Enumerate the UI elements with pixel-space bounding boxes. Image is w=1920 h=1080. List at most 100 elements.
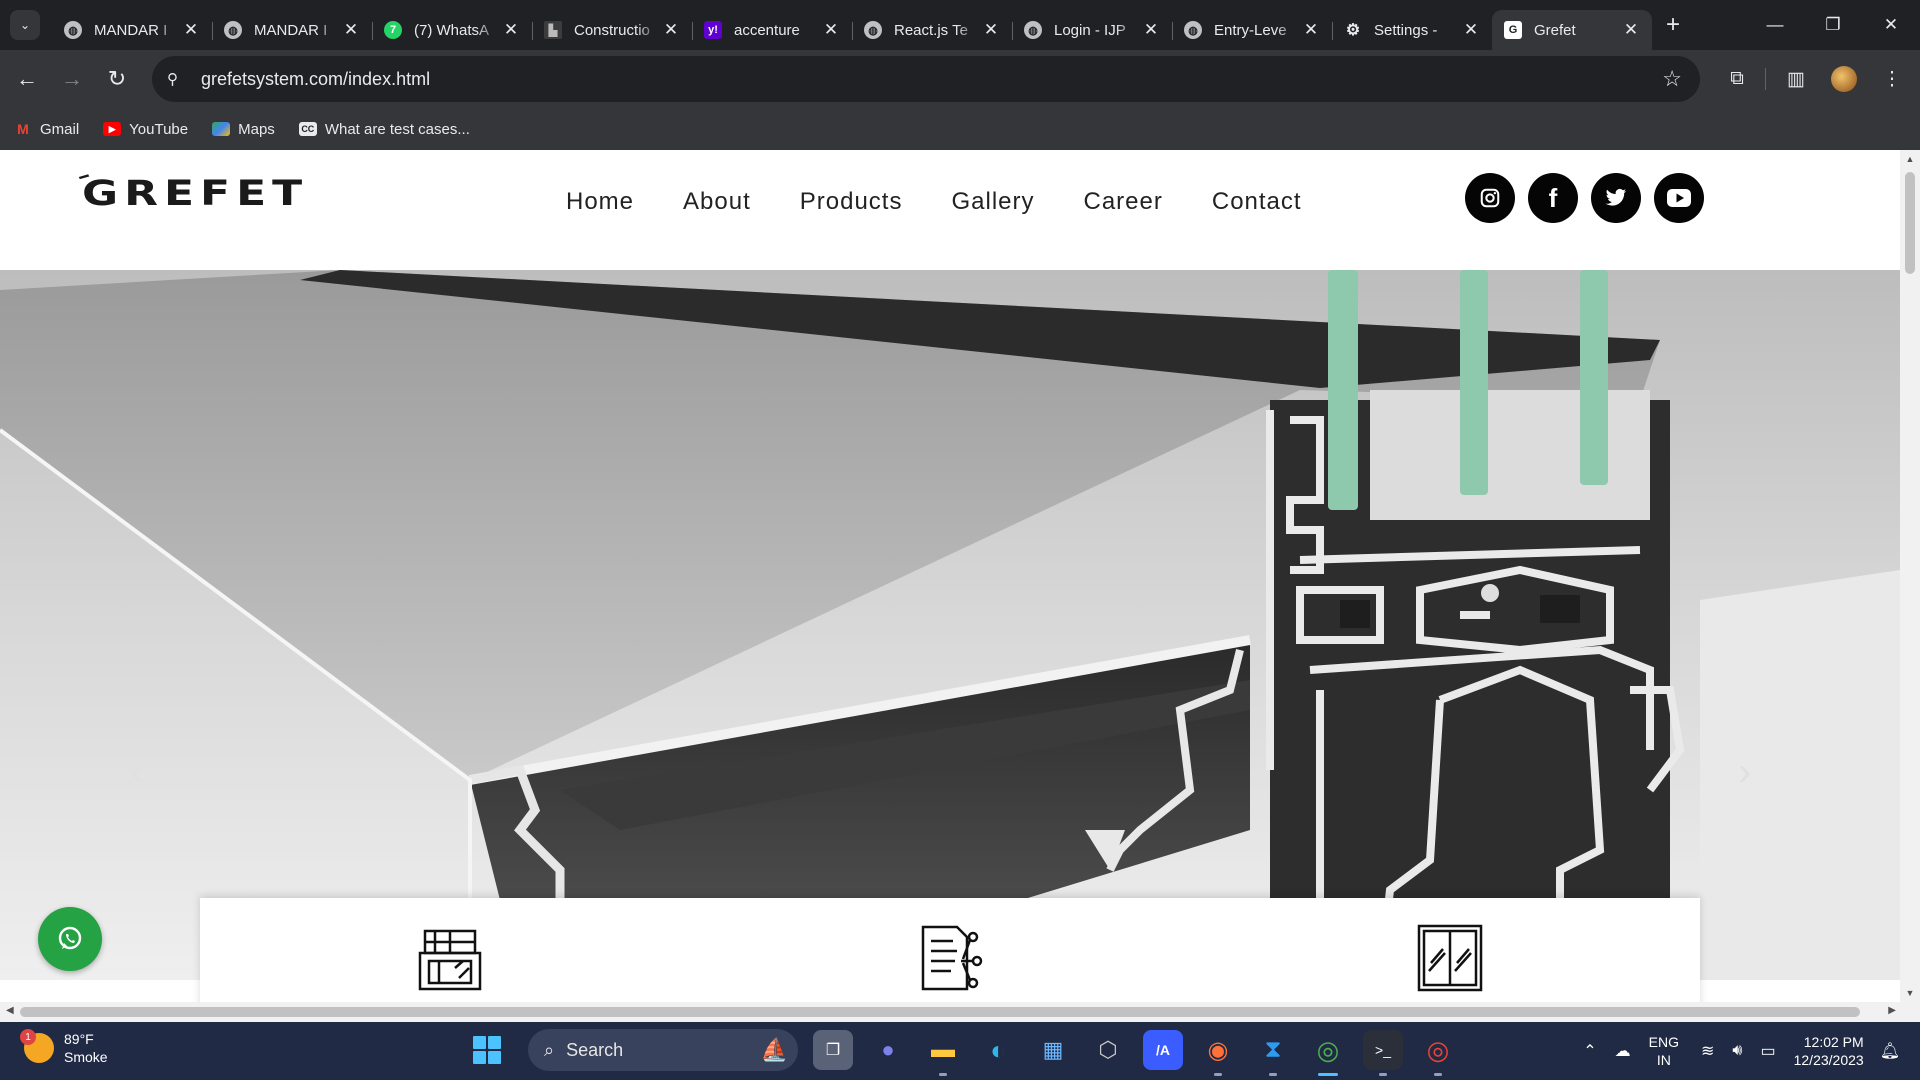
battery-icon[interactable]: ▭ (1760, 1041, 1775, 1061)
reload-icon[interactable]: ↻ (99, 61, 135, 97)
meet-chat-icon[interactable]: ● (868, 1030, 908, 1070)
extensions-icon[interactable]: ⧉ (1719, 61, 1755, 97)
language-indicator[interactable]: ENG IN (1649, 1033, 1679, 1069)
profile-avatar[interactable] (1826, 61, 1862, 97)
scrollbar-thumb[interactable] (1905, 172, 1915, 274)
site-info-icon[interactable]: ⚲ (167, 70, 189, 88)
twitter-icon[interactable] (1591, 173, 1641, 223)
side-panel-icon[interactable]: ▥ (1778, 61, 1814, 97)
site-logo[interactable]: GREFET (82, 174, 308, 214)
search-highlight-icon: ⛵ (760, 1037, 788, 1062)
file-explorer-icon[interactable]: ▬ (923, 1030, 963, 1076)
menu-icon[interactable]: ⋮ (1874, 61, 1910, 97)
scroll-left-icon[interactable]: ◀ (6, 1005, 14, 1016)
whatsapp-float-button[interactable] (38, 907, 102, 971)
close-icon[interactable]: ✕ (1302, 20, 1320, 40)
close-icon[interactable]: ✕ (1622, 20, 1640, 40)
tab-search-button[interactable]: ⌄ (10, 10, 40, 40)
scroll-up-icon[interactable]: ▲ (1900, 154, 1920, 164)
close-icon[interactable]: ✕ (502, 20, 520, 40)
close-icon[interactable]: ✕ (982, 20, 1000, 40)
page-viewport: GREFET Home About Products Gallery Caree… (0, 150, 1920, 1022)
edge-icon[interactable]: ◐ (978, 1030, 1018, 1070)
instagram-icon[interactable] (1465, 173, 1515, 223)
address-bar[interactable]: ⚲ grefetsystem.com/index.html ☆ (152, 56, 1700, 102)
close-icon[interactable]: ✕ (822, 20, 840, 40)
language-region: IN (1656, 1052, 1671, 1068)
bookmark-label: YouTube (129, 120, 189, 138)
tab[interactable]: ◍ MANDAR I ✕ (212, 10, 372, 50)
store-icon[interactable]: ▦ (1033, 1030, 1073, 1070)
horizontal-scrollbar[interactable]: ◀ ▶ (0, 1002, 1920, 1022)
tab-title: accenture (734, 21, 800, 39)
clock[interactable]: 12:02 PM 12/23/2023 (1794, 1033, 1864, 1069)
close-icon[interactable]: ✕ (1142, 20, 1160, 40)
nav-products[interactable]: Products (800, 188, 903, 216)
windows-start-icon[interactable] (470, 1033, 504, 1067)
notification-bell-icon[interactable]: 🔔︎ (1880, 1041, 1900, 1061)
close-icon[interactable]: ✕ (182, 20, 200, 40)
back-icon[interactable]: ← (9, 61, 45, 97)
onedrive-icon[interactable]: ☁ (1615, 1041, 1631, 1061)
bookmark-maps[interactable]: Maps (212, 121, 275, 138)
tab[interactable]: ◍ MANDAR I ✕ (52, 10, 212, 50)
nav-contact[interactable]: Contact (1212, 188, 1302, 216)
chrome-profile-icon[interactable]: ◎ (1418, 1030, 1458, 1076)
url-text[interactable]: grefetsystem.com/index.html (201, 69, 430, 90)
system-tray: ⌃ ☁ ENG IN ≋ 🔊︎ ▭ 12:02 PM 12/23/2023 🔔︎ (1583, 1022, 1920, 1080)
browser-toolbar: ← → ↻ ⚲ grefetsystem.com/index.html ☆ ⧉ … (0, 50, 1920, 108)
firefox-icon[interactable]: ◉ (1198, 1030, 1238, 1076)
close-icon[interactable]: ✕ (662, 20, 680, 40)
new-tab-button[interactable]: + (1666, 11, 1680, 39)
vscode-icon[interactable]: ⧗ (1253, 1030, 1293, 1076)
bookmark-star-icon[interactable]: ☆ (1662, 66, 1682, 92)
close-icon[interactable]: ✕ (1462, 20, 1480, 40)
facebook-icon[interactable]: f (1528, 173, 1578, 223)
tab-title: MANDAR I (94, 21, 168, 39)
youtube-icon: ▶ (103, 122, 122, 136)
weather-widget[interactable]: 1 89°F Smoke (20, 1029, 108, 1066)
restore-icon[interactable]: ❐ (1804, 0, 1862, 50)
youtube-icon[interactable] (1654, 173, 1704, 223)
wifi-icon[interactable]: ≋ (1701, 1041, 1714, 1061)
tab[interactable]: y! accenture ✕ (692, 10, 852, 50)
tab[interactable]: ◍ React.js Te ✕ (852, 10, 1012, 50)
nav-career[interactable]: Career (1084, 188, 1163, 216)
terminal-icon[interactable]: >_ (1363, 1030, 1403, 1076)
bookmark-test-cases[interactable]: CC What are test cases... (298, 121, 470, 138)
unity-icon[interactable]: ⬡ (1088, 1030, 1128, 1070)
tab[interactable]: ⚙ Settings - ✕ (1332, 10, 1492, 50)
nav-about[interactable]: About (683, 188, 751, 216)
chrome-icon[interactable]: ◎ (1308, 1030, 1348, 1076)
scroll-down-icon[interactable]: ▼ (1900, 988, 1920, 998)
tab[interactable]: ◍ Entry-Leve ✕ (1172, 10, 1332, 50)
search-icon: ⌕ (544, 1039, 555, 1060)
slider-next-icon[interactable]: › (1738, 750, 1751, 795)
search-label: Search (566, 1039, 624, 1060)
tab[interactable]: ◍ Login - IJP ✕ (1012, 10, 1172, 50)
bookmark-youtube[interactable]: ▶ YouTube (103, 121, 188, 138)
app-icon[interactable]: /A (1143, 1030, 1183, 1070)
vertical-scrollbar[interactable]: ▲ ▼ (1900, 150, 1920, 1002)
tab[interactable]: 7 (7) WhatsA ✕ (372, 10, 532, 50)
close-icon[interactable]: ✕ (342, 20, 360, 40)
minimize-icon[interactable]: — (1746, 0, 1804, 50)
task-view-icon[interactable]: ❐ (813, 1030, 853, 1070)
features-strip (200, 898, 1700, 1018)
window-controls: — ❐ ✕ (1746, 0, 1920, 50)
nav-home[interactable]: Home (566, 188, 634, 216)
chevron-up-icon[interactable]: ⌃ (1583, 1041, 1596, 1061)
bookmark-label: Gmail (40, 120, 80, 138)
forward-icon[interactable]: → (54, 61, 90, 97)
volume-icon[interactable]: 🔊︎ (1732, 1042, 1742, 1060)
scrollbar-thumb[interactable] (20, 1007, 1860, 1017)
tab-active[interactable]: G Grefet ✕ (1492, 10, 1652, 50)
bookmark-gmail[interactable]: M Gmail (14, 121, 79, 138)
scroll-right-icon[interactable]: ▶ (1888, 1005, 1896, 1016)
slider-prev-icon[interactable]: ‹ (130, 750, 143, 795)
taskbar-search[interactable]: ⌕ Search ⛵ (528, 1029, 798, 1071)
close-window-icon[interactable]: ✕ (1862, 0, 1920, 50)
construction-icon: ▙ (544, 21, 562, 39)
tab[interactable]: ▙ Constructio ✕ (532, 10, 692, 50)
nav-gallery[interactable]: Gallery (951, 188, 1034, 216)
